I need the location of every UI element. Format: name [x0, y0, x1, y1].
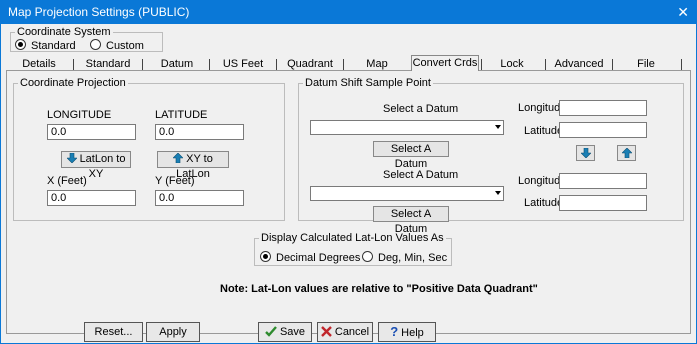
radio-standard-label: Standard	[31, 40, 76, 52]
window-title: Map Projection Settings (PUBLIC)	[8, 5, 190, 19]
tab-divider	[73, 59, 74, 70]
tab-divider	[681, 59, 682, 70]
latitude-input[interactable]	[155, 124, 244, 140]
radio-deg-min-sec-label: Deg, Min, Sec	[378, 252, 448, 264]
title-bar: Map Projection Settings (PUBLIC) ✕	[0, 0, 697, 24]
radio-custom-label: Custom	[106, 40, 144, 52]
tab-panel-convert-crds: Coordinate Projection LONGITUDE LATITUDE…	[6, 70, 691, 334]
tab-map-rotation[interactable]: Map Rotation	[347, 57, 407, 84]
datum-select-1[interactable]	[310, 120, 504, 135]
y-feet-input[interactable]	[155, 190, 244, 206]
x-feet-input[interactable]	[47, 190, 136, 206]
latlon-to-xy-button[interactable]: LatLon to XY	[61, 151, 131, 180]
save-label: Save	[279, 326, 306, 338]
radio-standard-indicator[interactable]	[15, 39, 26, 50]
cancel-button[interactable]: Cancel	[317, 322, 373, 342]
select-datum-button-2[interactable]: Select A Datum	[373, 206, 449, 235]
quadrant-note: Note: Lat-Lon values are relative to "Po…	[220, 283, 538, 295]
radio-standard[interactable]: Standard	[15, 39, 76, 52]
help-button[interactable]: ? Help	[378, 322, 436, 342]
tab-divider	[276, 59, 277, 70]
longitude-input-2[interactable]	[559, 173, 647, 189]
chevron-down-icon[interactable]	[495, 125, 501, 129]
close-icon[interactable]: ✕	[677, 4, 689, 21]
radio-deg-min-sec-indicator[interactable]	[362, 251, 373, 262]
select-datum-label-2: Select A Datum	[383, 169, 459, 181]
latitude-input-2[interactable]	[559, 195, 647, 211]
radio-deg-min-sec[interactable]: Deg, Min, Sec	[362, 251, 447, 264]
tab-quadrant[interactable]: Quadrant	[280, 57, 340, 71]
tab-file[interactable]: File	[616, 57, 676, 71]
latitude-input-1[interactable]	[559, 122, 647, 138]
select-datum-label-1: Select a Datum	[383, 103, 459, 115]
x-feet-label: X (Feet)	[47, 175, 87, 187]
tab-datum[interactable]: Datum	[146, 57, 208, 71]
y-feet-label: Y (Feet)	[155, 175, 195, 187]
latitude-label-2: Latitude	[524, 197, 564, 209]
shift-down-button[interactable]	[576, 145, 595, 161]
longitude-input-1[interactable]	[559, 100, 647, 116]
radio-decimal-degrees[interactable]: Decimal Degrees	[260, 251, 360, 264]
tab-lock[interactable]: Lock	[483, 57, 541, 71]
chevron-down-icon[interactable]	[495, 191, 501, 195]
tab-details[interactable]: Details	[9, 57, 69, 71]
coordinate-projection-group: Coordinate Projection LONGITUDE LATITUDE…	[13, 77, 285, 221]
radio-decimal-degrees-label: Decimal Degrees	[276, 252, 361, 264]
up-arrow-icon	[620, 147, 633, 159]
tab-divider	[545, 59, 546, 70]
reset-button[interactable]: Reset...	[84, 322, 143, 342]
latitude-label-1: Latitude	[524, 125, 564, 137]
tab-divider	[142, 59, 143, 70]
tab-divider	[612, 59, 613, 70]
radio-custom-indicator[interactable]	[90, 39, 101, 50]
datum-shift-group: Datum Shift Sample Point Select a Datum …	[298, 77, 684, 235]
question-mark-icon: ?	[390, 324, 399, 339]
down-arrow-icon	[579, 147, 592, 159]
save-button[interactable]: Save	[258, 322, 312, 342]
cancel-label: Cancel	[334, 326, 370, 338]
dialog-button-bar: Reset... Apply Save Cancel ? Help	[1, 321, 696, 343]
display-values-legend: Display Calculated Lat-Lon Values As	[261, 232, 444, 244]
tab-divider	[481, 59, 482, 70]
radio-decimal-degrees-indicator[interactable]	[260, 251, 271, 262]
coordinate-projection-legend: Coordinate Projection	[20, 77, 126, 89]
cross-icon	[321, 326, 332, 337]
dialog-body: Coordinate System Standard Custom Detail…	[0, 24, 697, 344]
datum-select-2[interactable]	[310, 186, 504, 201]
longitude-input[interactable]	[47, 124, 136, 140]
shift-up-button[interactable]	[617, 145, 636, 161]
help-label: Help	[401, 327, 424, 339]
checkmark-icon	[265, 326, 277, 337]
datum-shift-legend: Datum Shift Sample Point	[305, 77, 431, 89]
tab-divider	[209, 59, 210, 70]
tab-divider	[343, 59, 344, 70]
radio-custom[interactable]: Custom	[90, 39, 144, 52]
tab-standard[interactable]: Standard	[77, 57, 139, 71]
apply-button[interactable]: Apply	[146, 322, 200, 342]
latitude-label: LATITUDE	[155, 109, 208, 121]
tab-advanced[interactable]: Advanced	[549, 57, 609, 71]
up-arrow-icon	[173, 153, 184, 163]
select-datum-button-1[interactable]: Select A Datum	[373, 141, 449, 170]
tab-convert-crds[interactable]: Convert Crds	[411, 55, 479, 71]
longitude-label: LONGITUDE	[47, 109, 112, 121]
tab-us-feet[interactable]: US Feet	[213, 57, 273, 71]
coordinate-system-group: Coordinate System Standard Custom	[10, 26, 163, 52]
display-values-group: Display Calculated Lat-Lon Values As Dec…	[254, 232, 452, 266]
coordinate-system-legend: Coordinate System	[17, 26, 111, 38]
down-arrow-icon	[66, 153, 77, 163]
xy-to-latlon-button[interactable]: XY to LatLon	[157, 151, 229, 180]
